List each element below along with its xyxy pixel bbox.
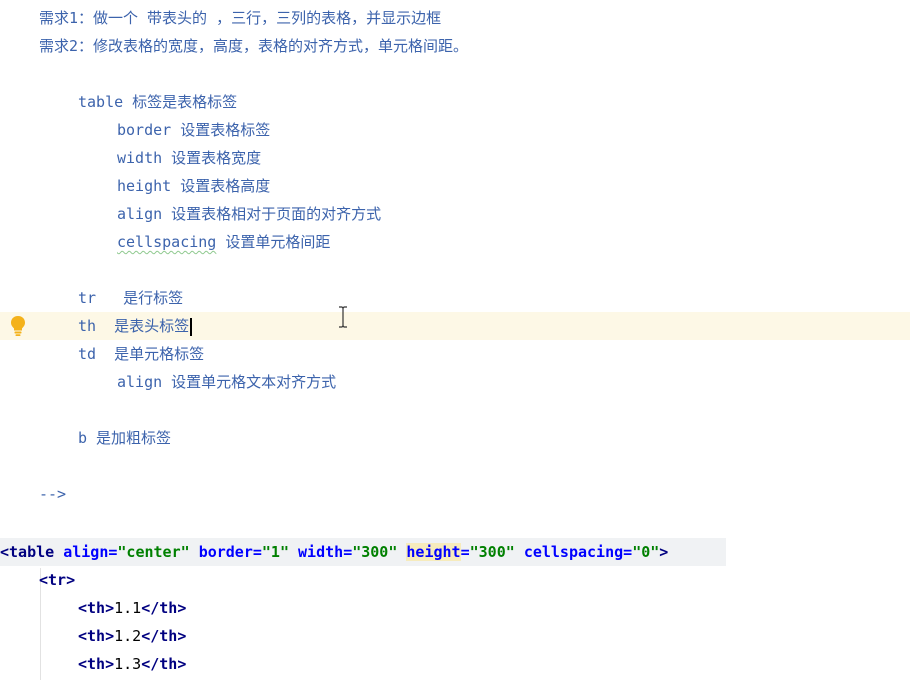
border-description: border 设置表格标签 xyxy=(117,121,271,139)
text-caret xyxy=(190,317,193,336)
table-open-tag-line[interactable]: <table align="center" border="1" width="… xyxy=(0,538,726,566)
eq-sign: = xyxy=(623,543,633,561)
comment-line-req1: 需求1：做一个 带表头的 ，三行，三列的表格，并显示边框 xyxy=(0,4,910,32)
width-value: "300" xyxy=(352,543,398,561)
comment-line-width: width 设置表格宽度 xyxy=(0,144,910,172)
comment-line-align: align 设置表格相对于页面的对齐方式 xyxy=(0,200,910,228)
td-align-description: align 设置单元格文本对齐方式 xyxy=(117,373,337,391)
cellspacing-description: cellspacing 设置单元格间距 xyxy=(117,228,330,256)
th-text: 1.2 xyxy=(114,627,142,645)
table-description: table 标签是表格标签 xyxy=(78,93,238,111)
width-attr: width xyxy=(298,543,344,561)
text-cursor-icon xyxy=(339,306,347,328)
cellspacing-desc-text: 设置单元格间距 xyxy=(216,233,331,251)
th-description-wrap: th 是表头标签 xyxy=(78,312,193,340)
eq-sign: = xyxy=(252,543,262,561)
th-row: <th>1.3</th> xyxy=(78,650,186,678)
cellspacing-value: "0" xyxy=(632,543,660,561)
table-open-tag: <table align="center" border="1" width="… xyxy=(0,538,668,566)
th-close: </th> xyxy=(141,627,187,645)
lightbulb-icon[interactable] xyxy=(9,315,27,337)
comment-line-table: table 标签是表格标签 xyxy=(0,88,910,116)
th-open: <th> xyxy=(78,599,115,617)
comment-line-height: height 设置表格高度 xyxy=(0,172,910,200)
comment-line-border: border 设置表格标签 xyxy=(0,116,910,144)
comment-close-line: --> xyxy=(0,480,910,508)
comment-close: --> xyxy=(39,485,67,503)
comment-line-td-align: align 设置单元格文本对齐方式 xyxy=(0,368,910,396)
comment-line-cellspacing: cellspacing 设置单元格间距 xyxy=(0,228,910,256)
height-attr: height xyxy=(406,543,461,561)
th-close: </th> xyxy=(141,655,187,673)
comment-line-td: td 是单元格标签 xyxy=(0,340,910,368)
th-row: <th>1.1</th> xyxy=(78,594,186,622)
align-attr: align xyxy=(63,543,109,561)
tr-open-line[interactable]: <tr> xyxy=(0,566,910,594)
tr-description: tr 是行标签 xyxy=(78,289,184,307)
gt-bracket: > xyxy=(659,543,669,561)
table-tag-name: table xyxy=(9,543,55,561)
th-row-line[interactable]: <th>1.1</th> xyxy=(0,594,910,622)
th-row-line[interactable]: <th>1.2</th> xyxy=(0,622,910,650)
align-value: "center" xyxy=(117,543,190,561)
width-description: width 设置表格宽度 xyxy=(117,149,262,167)
cellspacing-attr: cellspacing xyxy=(523,543,624,561)
border-attr: border xyxy=(198,543,253,561)
b-description: b 是加粗标签 xyxy=(78,429,172,447)
th-close: </th> xyxy=(141,599,187,617)
height-description: height 设置表格高度 xyxy=(117,177,271,195)
th-text: 1.3 xyxy=(114,655,142,673)
lt-bracket: < xyxy=(0,543,10,561)
current-line-th[interactable]: th 是表头标签 xyxy=(0,312,910,340)
comment-line-b: b 是加粗标签 xyxy=(0,424,910,452)
cellspacing-word: cellspacing xyxy=(117,233,217,251)
code-editor[interactable]: 需求1：做一个 带表头的 ，三行，三列的表格，并显示边框 需求2：修改表格的宽度… xyxy=(0,0,910,680)
tr-open-tag: <tr> xyxy=(39,571,76,589)
requirement-2-text: 需求2：修改表格的宽度，高度，表格的对齐方式，单元格间距。 xyxy=(39,37,469,55)
comment-line-tr: tr 是行标签 xyxy=(0,284,910,312)
td-description: td 是单元格标签 xyxy=(78,345,205,363)
th-description: th 是表头标签 xyxy=(78,317,190,335)
align-description: align 设置表格相对于页面的对齐方式 xyxy=(117,205,382,223)
th-open: <th> xyxy=(78,627,115,645)
th-row-line[interactable]: <th>1.3</th> xyxy=(0,650,910,678)
th-text: 1.1 xyxy=(114,599,142,617)
height-value: "300" xyxy=(469,543,515,561)
eq-sign: = xyxy=(343,543,353,561)
border-value: "1" xyxy=(261,543,289,561)
comment-line-req2: 需求2：修改表格的宽度，高度，表格的对齐方式，单元格间距。 xyxy=(0,32,910,60)
eq-sign: = xyxy=(460,543,470,561)
th-open: <th> xyxy=(78,655,115,673)
requirement-1-text: 需求1：做一个 带表头的 ，三行，三列的表格，并显示边框 xyxy=(39,9,442,27)
th-row: <th>1.2</th> xyxy=(78,622,186,650)
